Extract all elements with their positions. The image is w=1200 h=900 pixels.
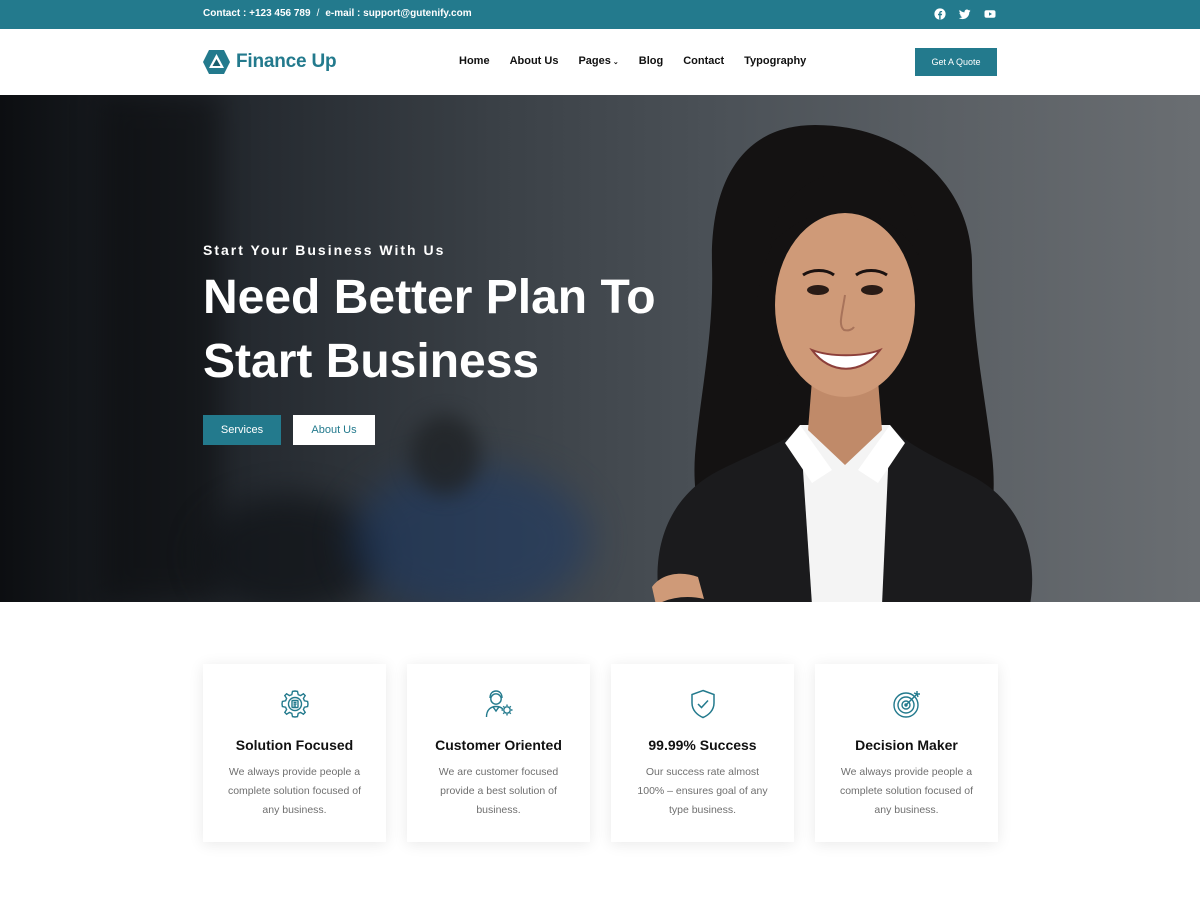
hero-background-shade — [100, 95, 220, 602]
hero-background-figure — [350, 465, 590, 602]
services-button[interactable]: Services — [203, 415, 281, 445]
nav-item-typography[interactable]: Typography — [744, 55, 806, 67]
feature-description: We always provide people a complete solu… — [839, 766, 974, 816]
contact-email[interactable]: e-mail : support@gutenify.com — [325, 8, 471, 19]
top-bar: Contact : +123 456 789 / e-mail : support@… — [0, 0, 1200, 29]
feature-card: Customer Oriented We are customer focuse… — [407, 664, 590, 842]
nav-item-pages[interactable]: Pages ⌄ — [578, 55, 618, 67]
twitter-icon[interactable] — [959, 8, 971, 20]
site-header: Finance Up Home About Us Pages ⌄ Blog Con… — [0, 29, 1200, 95]
hero-section: Start Your Business With Us Need Better … — [0, 95, 1200, 602]
hero-content: Start Your Business With Us Need Better … — [203, 242, 723, 394]
nav-label: Home — [459, 55, 490, 67]
nav-label: About Us — [509, 55, 559, 67]
get-a-quote-button[interactable]: Get A Quote — [915, 48, 997, 76]
feature-title: 99.99% Success — [648, 737, 757, 753]
main-nav: Home About Us Pages ⌄ Blog Contact Typogr… — [459, 55, 806, 67]
feature-card: 99.99% Success Our success rate almost 1… — [611, 664, 794, 842]
about-us-button[interactable]: About Us — [293, 415, 375, 445]
target-icon — [892, 691, 920, 718]
youtube-icon[interactable] — [984, 8, 996, 20]
nav-item-about-us[interactable]: About Us — [510, 55, 559, 67]
hero-eyebrow: Start Your Business With Us — [203, 242, 446, 258]
nav-label: Typography — [744, 55, 807, 67]
contact-info: Contact : +123 456 789 / e-mail : support@… — [203, 8, 472, 19]
nav-label: Blog — [638, 55, 664, 67]
feature-title: Decision Maker — [855, 737, 958, 753]
feature-description: Our success rate almost 100% – ensures g… — [637, 766, 768, 816]
nav-item-blog[interactable]: Blog — [639, 55, 663, 67]
nav-item-contact[interactable]: Contact — [683, 55, 724, 67]
logo-text: Finance Up — [236, 51, 337, 72]
nav-item-home[interactable]: Home — [459, 55, 490, 67]
hero-background-figure — [410, 415, 480, 495]
hero-headline: Need Better Plan To Start Business — [203, 271, 656, 388]
features-section: Solution Focused We always provide peopl… — [203, 664, 998, 842]
feature-title: Solution Focused — [235, 737, 354, 753]
nav-label: Contact — [683, 55, 725, 67]
social-links — [934, 8, 996, 20]
logo-mark-icon — [203, 50, 230, 74]
facebook-icon[interactable] — [934, 8, 946, 20]
feature-card: Decision Maker We always provide people … — [815, 664, 998, 842]
customer-icon — [485, 690, 512, 718]
feature-title: Customer Oriented — [435, 737, 562, 753]
chevron-down-icon: ⌄ — [612, 59, 619, 66]
gear-icon — [280, 690, 309, 718]
nav-label: Pages — [578, 55, 611, 67]
hero-buttons: Services About Us — [203, 415, 375, 445]
contact-phone: Contact : +123 456 789 — [203, 8, 311, 19]
feature-description: We are customer focused provide a best s… — [438, 766, 559, 816]
feature-card: Solution Focused We always provide peopl… — [203, 664, 386, 842]
contact-separator: / — [316, 8, 320, 19]
site-logo[interactable]: Finance Up — [203, 49, 337, 75]
shield-check-icon — [690, 689, 715, 719]
feature-description: We always provide people a complete solu… — [227, 766, 362, 816]
